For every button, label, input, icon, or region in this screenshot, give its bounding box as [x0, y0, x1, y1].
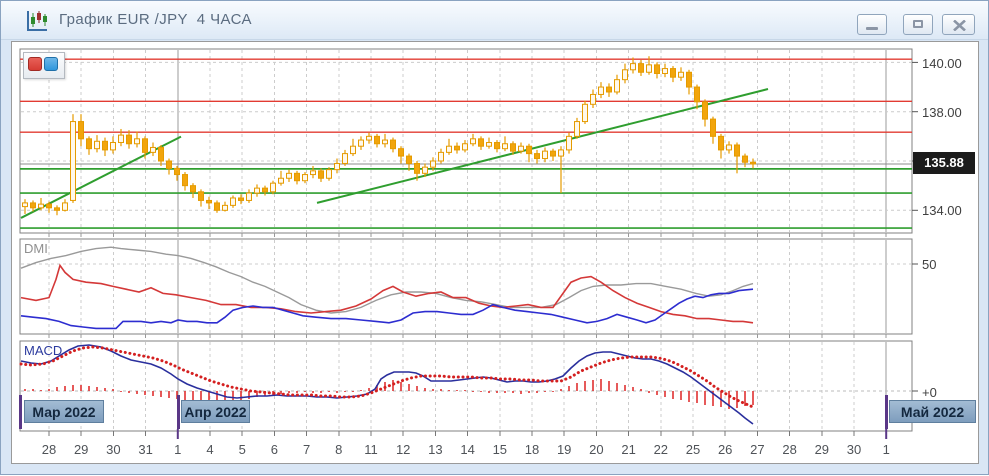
app-window: График EUR /JPY 4 ЧАСА DMI MACD 140.00 1…: [0, 0, 989, 475]
day-label: 30: [847, 442, 861, 457]
day-label: 29: [74, 442, 88, 457]
day-label: 14: [460, 442, 474, 457]
day-label: 11: [364, 442, 378, 457]
day-label: 21: [621, 442, 635, 457]
price-label-134: 134.00: [922, 203, 962, 218]
day-label: 20: [589, 442, 603, 457]
day-label: 25: [686, 442, 700, 457]
month-badge-may[interactable]: Май 2022: [889, 400, 976, 423]
day-label: 27: [750, 442, 764, 457]
maximize-icon: [913, 20, 923, 28]
macd-level-label: +0: [922, 385, 937, 400]
day-label: 31: [138, 442, 152, 457]
dmi-panel-label: DMI: [24, 241, 48, 256]
day-label: 18: [525, 442, 539, 457]
day-label: 13: [428, 442, 442, 457]
legend-blue-button[interactable]: [44, 57, 58, 71]
day-label: 15: [493, 442, 507, 457]
day-label: 12: [396, 442, 410, 457]
month-badge-march[interactable]: Мар 2022: [24, 400, 104, 423]
window-title: График EUR /JPY 4 ЧАСА: [59, 1, 252, 39]
day-label: 19: [557, 442, 571, 457]
candlestick-chart-icon: [25, 9, 49, 33]
price-label-138: 138.00: [922, 105, 962, 120]
chart-area[interactable]: [11, 41, 979, 464]
day-label: 29: [815, 442, 829, 457]
day-label: 30: [106, 442, 120, 457]
day-label: 26: [718, 442, 732, 457]
day-label: 28: [782, 442, 796, 457]
maximize-button[interactable]: [903, 14, 933, 35]
day-label: 28: [42, 442, 56, 457]
day-label: 6: [271, 442, 278, 457]
close-icon: [953, 20, 966, 31]
legend-red-button[interactable]: [28, 57, 42, 71]
day-label: 7: [303, 442, 310, 457]
day-label: 22: [654, 442, 668, 457]
day-label: 4: [206, 442, 213, 457]
day-label: 1: [174, 442, 181, 457]
price-label-140: 140.00: [922, 56, 962, 71]
day-label: 1: [883, 442, 890, 457]
dmi-level-label: 50: [922, 257, 936, 272]
minimize-button[interactable]: [857, 14, 887, 35]
close-button[interactable]: [942, 14, 975, 35]
current-price-badge: 135.88: [913, 152, 975, 174]
title-bar[interactable]: График EUR /JPY 4 ЧАСА: [1, 1, 988, 40]
minimize-icon: [866, 27, 878, 30]
day-label: 8: [335, 442, 342, 457]
month-badge-april[interactable]: Апр 2022: [181, 400, 250, 423]
day-label: 5: [239, 442, 246, 457]
chart-legend-toolbar: [23, 52, 65, 79]
macd-panel-label: MACD: [24, 343, 62, 358]
